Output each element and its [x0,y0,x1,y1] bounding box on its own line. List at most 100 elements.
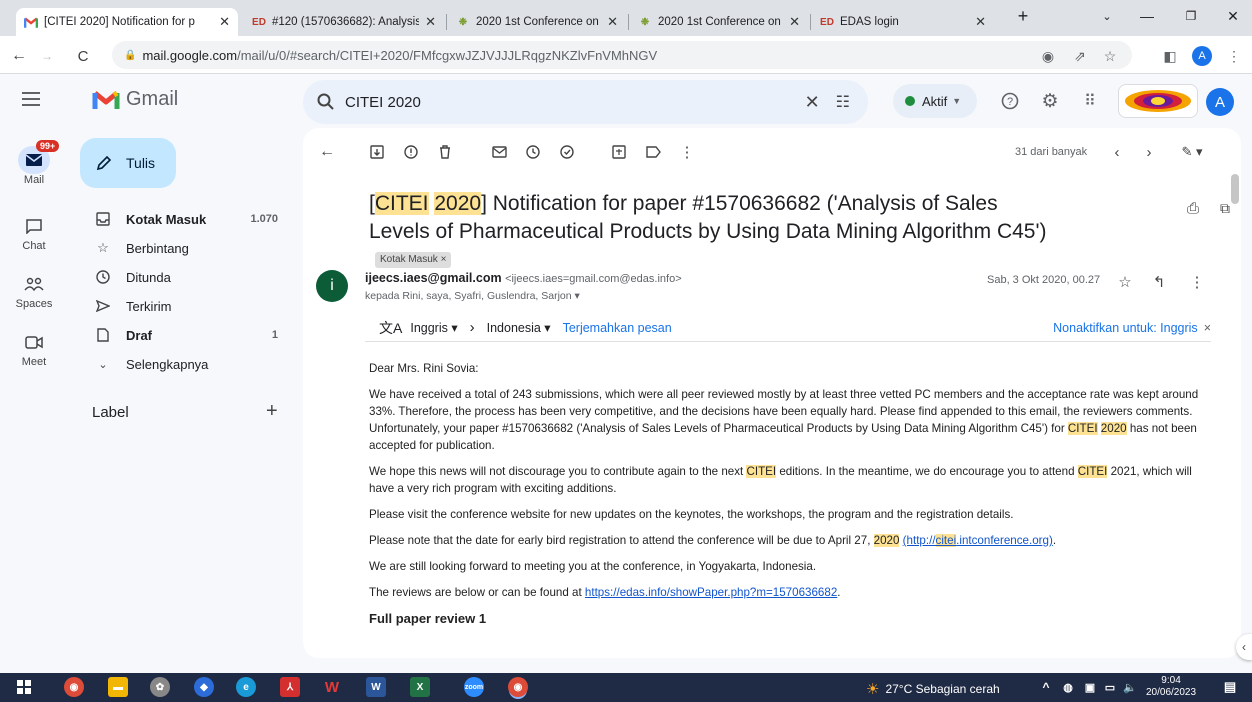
help-icon[interactable]: ? [998,89,1022,113]
older-icon[interactable]: › [1139,142,1159,162]
recipients-line[interactable]: kepada Rini, saya, Syafri, Guslendra, Sa… [365,290,580,302]
sidebar-item-starred[interactable]: ☆ Berbintang [68,235,288,261]
forward-button[interactable]: → [36,45,58,67]
settings-gear-icon[interactable]: ⚙ [1038,89,1062,113]
back-to-list-icon[interactable]: ← [317,142,337,162]
more-options-icon[interactable]: ⋮ [677,142,697,162]
tab-edas-paper[interactable]: ED #120 (1570636682): Analysis ✕ [244,8,444,36]
disable-translation-link[interactable]: Nonaktifkan untuk: Inggris [1053,321,1198,335]
translate-message-link[interactable]: Terjemahkan pesan [563,321,672,335]
weather-widget[interactable]: ☀ 27°C Sebagian cerah [866,680,1000,698]
sidepanel-icon[interactable]: ◧ [1160,46,1180,66]
reviews-link[interactable]: https://edas.info/showPaper.php?m=157063… [585,586,837,599]
new-tab-button[interactable]: + [1008,6,1038,26]
notification-icon[interactable]: ▤ [1220,677,1240,697]
sidebar-item-snoozed[interactable]: Ditunda [68,264,288,290]
pdf-reader-icon[interactable]: ⅄ [280,677,300,697]
target-language-select[interactable]: Indonesia ▾ [487,320,551,335]
tray-icon[interactable]: ◍ [1058,677,1078,697]
close-icon[interactable]: ✕ [607,14,618,30]
tab-gmail[interactable]: [CITEI 2020] Notification for p ✕ [16,8,238,36]
tray-app-icon[interactable]: ▣ [1080,677,1100,697]
windows-start-icon[interactable] [14,677,34,697]
window-close-button[interactable]: ✕ [1218,6,1248,26]
minimize-button[interactable]: — [1132,6,1162,26]
status-chip[interactable]: Aktif ▼ [893,84,977,118]
side-panel-toggle[interactable]: ‹ [1236,634,1252,660]
tray-chevron-icon[interactable]: ^ [1036,677,1056,697]
search-options-icon[interactable]: ☷ [836,92,850,112]
taskbar-clock[interactable]: 9:04 20/06/2023 [1146,675,1196,699]
gmail-logo[interactable]: Gmail [92,88,178,111]
bookmark-star-icon[interactable]: ☆ [1100,46,1120,66]
tab-conference-1[interactable]: ❉ 2020 1st Conference on Inter ✕ [448,8,626,36]
rail-item-mail[interactable]: 99+ Mail [0,140,68,186]
close-icon[interactable]: ✕ [425,14,436,30]
word-icon[interactable]: W [366,677,386,697]
inbox-label-chip[interactable]: Kotak Masuk × [375,252,452,269]
newer-icon[interactable]: ‹ [1107,142,1127,162]
sender-name[interactable]: ijeecs.iaes@gmail.com [365,271,502,285]
app-icon[interactable]: ◆ [194,677,214,697]
sender-avatar[interactable]: i [316,270,348,302]
conference-link[interactable]: (http://citei.intconference.org) [903,534,1053,547]
mark-unread-icon[interactable] [489,142,509,162]
label-icon[interactable] [643,142,663,162]
account-avatar[interactable]: A [1206,88,1234,116]
tab-search-icon[interactable]: ⌄ [1092,6,1122,26]
hamburger-menu-icon[interactable] [22,91,46,111]
report-spam-icon[interactable] [401,142,421,162]
sidebar-item-inbox[interactable]: Kotak Masuk 1.070 [68,206,288,232]
chrome-active-icon[interactable]: ◉ [508,677,528,697]
wps-icon[interactable]: W [322,677,342,697]
scrollbar-thumb[interactable] [1231,174,1239,204]
share-icon[interactable]: ⇗ [1070,46,1090,66]
search-bar[interactable]: CITEI 2020 ✕ ☷ [303,80,868,124]
add-task-icon[interactable] [557,142,577,162]
sidebar-item-drafts[interactable]: Draf 1 [68,322,288,348]
organization-logo[interactable] [1118,84,1198,118]
apps-grid-icon[interactable]: ⠿ [1078,89,1102,113]
tab-conference-2[interactable]: ❉ 2020 1st Conference on Inte ✕ [630,8,808,36]
print-icon[interactable]: ⎙ [1183,198,1203,218]
close-icon[interactable]: × [1204,321,1211,335]
source-language-select[interactable]: Inggris ▾ [410,320,457,335]
rail-item-meet[interactable]: Meet [0,328,68,368]
rail-item-spaces[interactable]: Spaces [0,270,68,310]
search-input[interactable]: CITEI 2020 [345,94,805,111]
add-label-button[interactable]: + [266,400,278,423]
message-more-icon[interactable]: ⋮ [1187,272,1207,292]
close-icon[interactable]: ✕ [219,14,230,30]
sidebar-item-sent[interactable]: Terkirim [68,293,288,319]
star-icon[interactable]: ☆ [1115,272,1135,292]
rail-item-chat[interactable]: Chat [0,212,68,252]
restore-button[interactable]: ❐ [1176,6,1206,26]
paint-icon[interactable]: ✿ [150,677,170,697]
battery-icon[interactable]: ▭ [1100,677,1120,697]
file-explorer-icon[interactable]: ▬ [108,677,128,697]
kebab-menu-icon[interactable]: ⋮ [1224,46,1244,66]
trash-icon[interactable] [435,142,455,162]
close-icon[interactable]: ✕ [975,14,986,30]
edge-icon[interactable]: e [236,677,256,697]
move-to-icon[interactable] [609,142,629,162]
close-icon[interactable]: ✕ [789,14,800,30]
zoom-icon[interactable]: zoom [464,677,484,697]
profile-avatar[interactable]: A [1192,46,1212,66]
search-icon[interactable] [317,93,335,111]
clear-search-icon[interactable]: ✕ [805,92,820,113]
eye-icon[interactable]: ◉ [1038,46,1058,66]
chrome-icon[interactable]: ◉ [64,677,84,697]
reply-icon[interactable]: ↰ [1149,272,1169,292]
excel-icon[interactable]: X [410,677,430,697]
archive-icon[interactable] [367,142,387,162]
reload-button[interactable]: C [72,45,94,67]
tab-edas-login[interactable]: ED EDAS login ✕ [812,8,994,36]
sidebar-item-more[interactable]: ⌄ Selengkapnya [68,351,288,377]
volume-icon[interactable]: 🔈 [1120,677,1140,697]
input-tools-icon[interactable]: ✎ ▾ [1175,142,1209,162]
back-button[interactable]: ← [8,45,30,67]
compose-button[interactable]: Tulis [80,138,176,188]
url-input[interactable]: 🔒 mail.google.com/mail/u/0/#search/CITEI… [112,41,1132,69]
snooze-icon[interactable] [523,142,543,162]
